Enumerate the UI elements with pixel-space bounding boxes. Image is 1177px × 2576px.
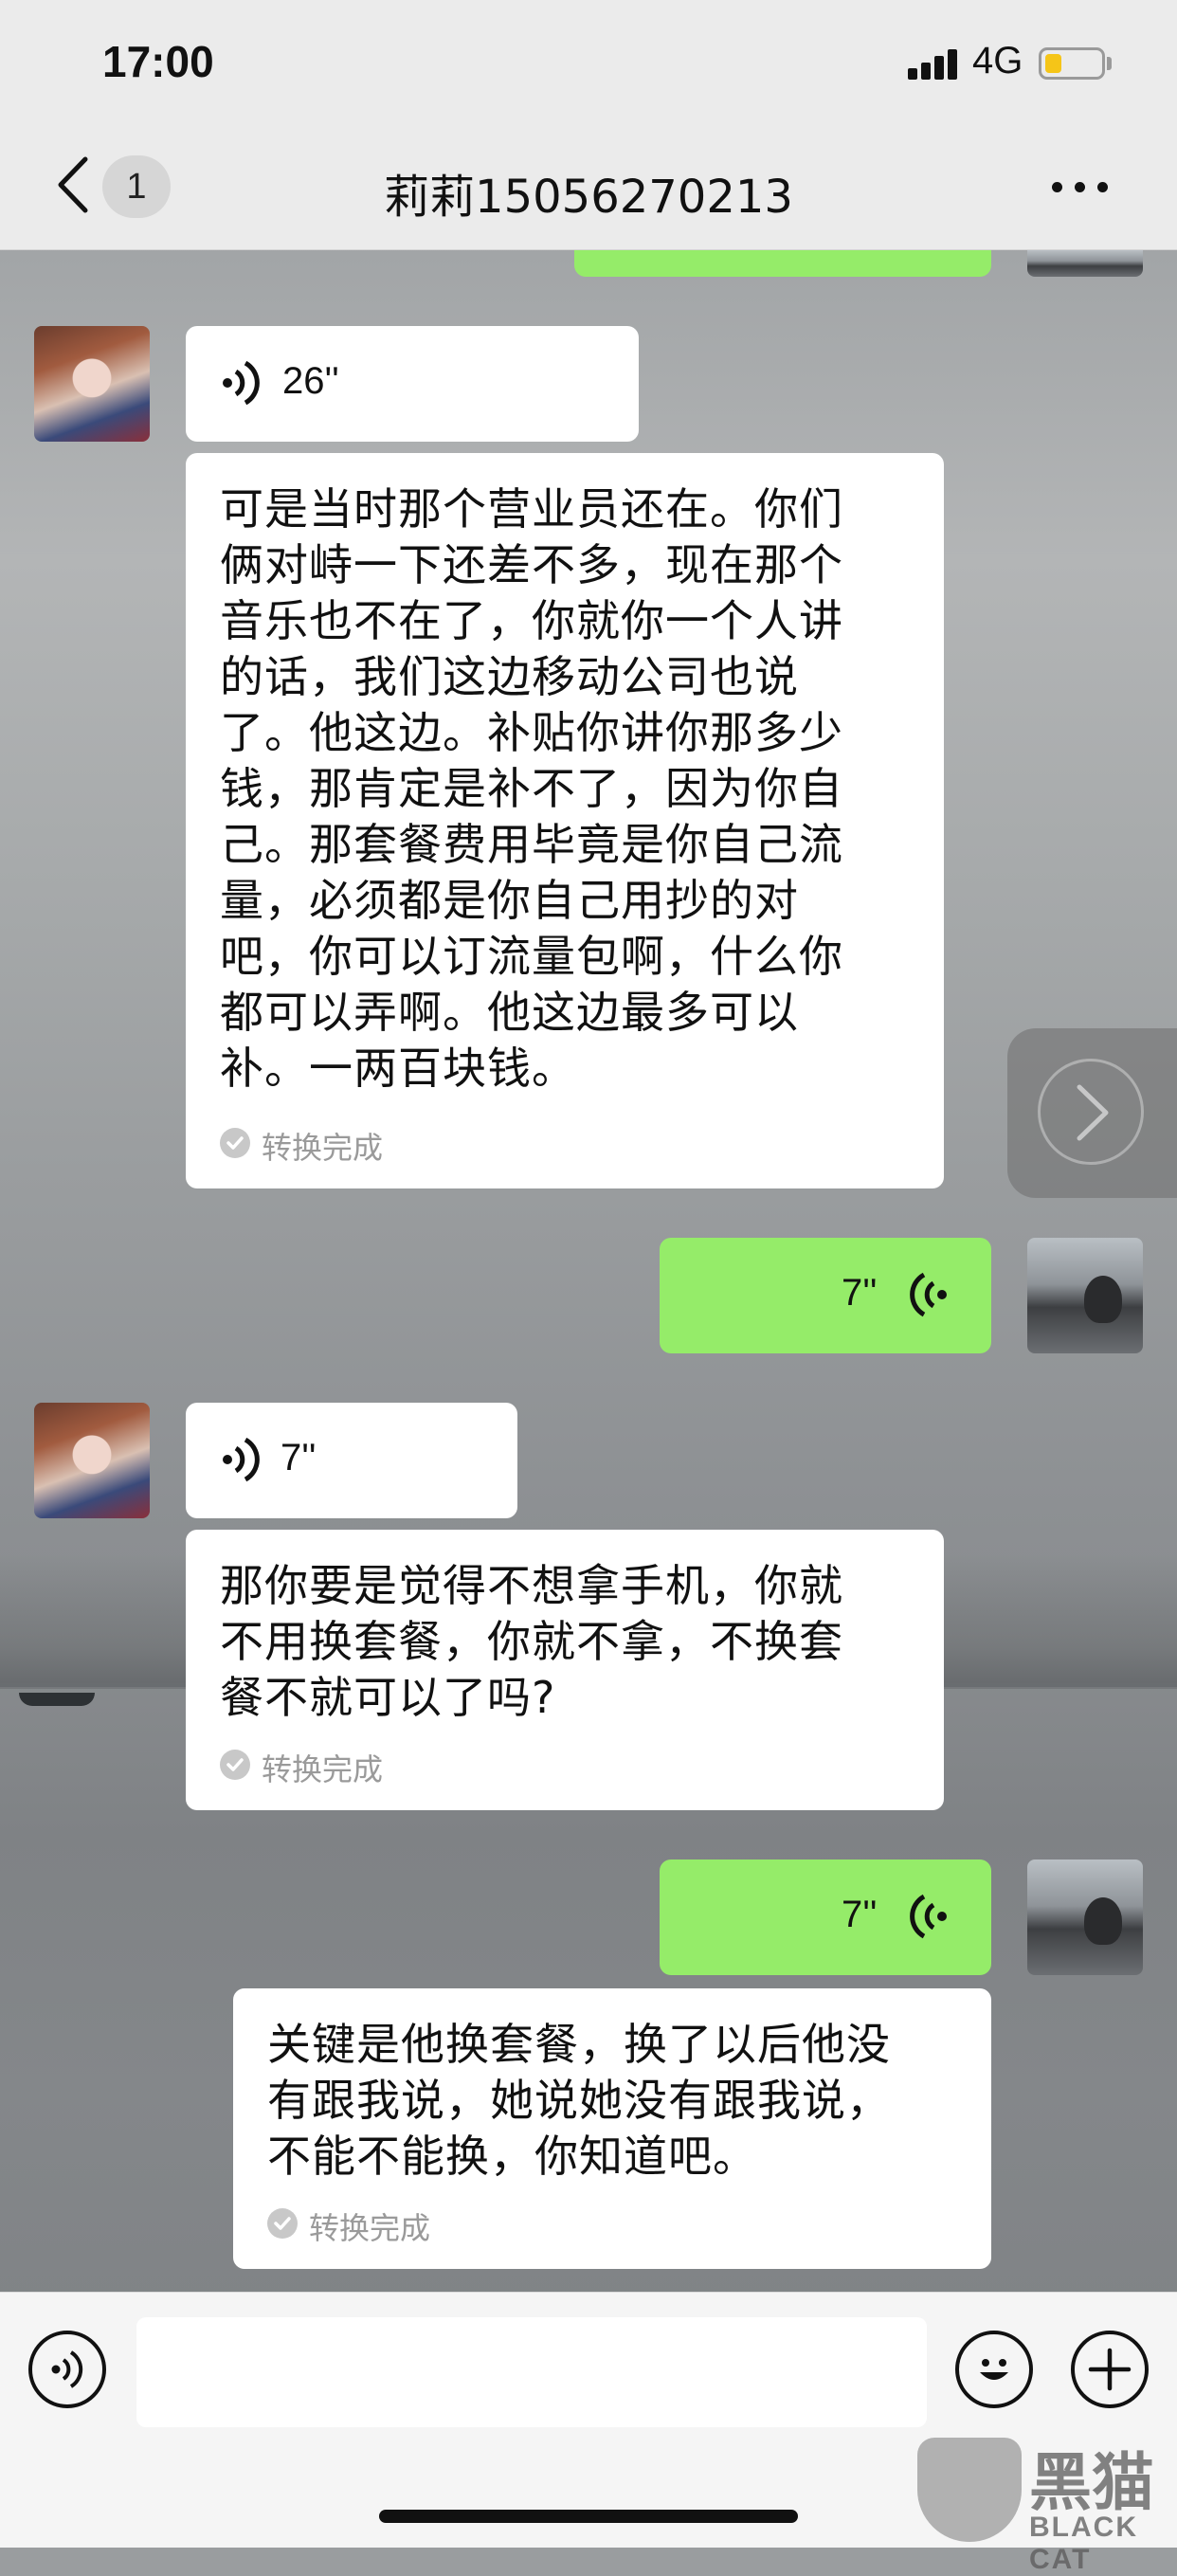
home-indicator[interactable] bbox=[379, 2510, 798, 2523]
transcript-bubble[interactable]: 可是当时那个营业员还在。你们 俩对峙一下还差不多，现在那个 音乐也不在了，你就你… bbox=[186, 453, 944, 1188]
transcript-line: 不用换套餐，你就不拿，不换套 bbox=[220, 1616, 843, 1667]
more-dot-icon bbox=[1097, 182, 1108, 192]
voice-input-toggle[interactable] bbox=[28, 2331, 106, 2408]
voice-message-bubble[interactable]: 7'' bbox=[186, 1403, 517, 1518]
transcript-bubble[interactable]: 那你要是觉得不想拿手机，你就 不用换套餐，你就不拿，不换套 餐不就可以了吗? 转… bbox=[186, 1530, 944, 1810]
transcript-line: 餐不就可以了吗? bbox=[220, 1672, 556, 1723]
transcript-bubble[interactable]: 关键是他换套餐，换了以后他没 有跟我说，她说她没有跟我说， 不能不能换，你知道吧… bbox=[233, 1988, 991, 2269]
transcript-line: 吧，你可以订流量包啊，什么你 bbox=[220, 931, 843, 982]
battery-cap bbox=[1107, 57, 1112, 70]
plus-icon bbox=[1088, 2348, 1132, 2391]
convert-status: 转换完成 bbox=[262, 1130, 384, 1166]
voice-wave-icon bbox=[223, 360, 260, 406]
chat-title: 莉莉15056270213 bbox=[384, 171, 793, 224]
battery-fill bbox=[1045, 54, 1061, 73]
black-cat-watermark: 黑猫 BLACK CAT bbox=[917, 2432, 1177, 2575]
battery-icon bbox=[1039, 47, 1105, 80]
chevron-left-icon bbox=[58, 156, 88, 213]
transcript-line: 可是当时那个营业员还在。你们 bbox=[220, 483, 843, 535]
check-circle-icon bbox=[220, 1750, 250, 1780]
convert-status: 转换完成 bbox=[309, 2210, 431, 2246]
cellular-signal-icon bbox=[908, 49, 961, 80]
more-functions-button[interactable] bbox=[1071, 2331, 1149, 2408]
contact-avatar[interactable] bbox=[34, 1403, 150, 1518]
status-bar: 17:00 4G bbox=[0, 0, 1177, 123]
transcript-text: 关键是他换套餐，换了以后他没 有跟我说，她说她没有跟我说， 不能不能换，你知道吧… bbox=[267, 2017, 891, 2185]
back-button[interactable] bbox=[47, 152, 104, 218]
watermark-subtitle: BLACK CAT bbox=[1029, 2512, 1138, 2575]
voice-wave-icon bbox=[910, 1272, 947, 1317]
emoji-button[interactable] bbox=[955, 2331, 1033, 2408]
previous-outgoing-bubble[interactable] bbox=[574, 250, 991, 277]
convert-status: 转换完成 bbox=[262, 1751, 384, 1787]
more-options-button[interactable] bbox=[1052, 172, 1118, 201]
voice-wave-icon bbox=[51, 2350, 83, 2388]
voice-message-bubble-outgoing[interactable]: 7'' bbox=[660, 1238, 991, 1353]
check-circle-icon bbox=[220, 1128, 250, 1158]
cat-logo-icon bbox=[917, 2438, 1022, 2542]
transcript-text: 那你要是觉得不想拿手机，你就 不用换套餐，你就不拿，不换套 餐不就可以了吗? bbox=[220, 1558, 843, 1726]
transcript-line: 关键是他换套餐，换了以后他没 bbox=[267, 2019, 891, 2070]
status-time: 17:00 bbox=[102, 37, 214, 86]
network-type: 4G bbox=[972, 40, 1023, 82]
contact-avatar[interactable] bbox=[34, 326, 150, 442]
voice-duration: 7'' bbox=[842, 1272, 878, 1314]
smiley-icon bbox=[980, 2359, 1008, 2380]
watermark-title: 黑猫 bbox=[1029, 2446, 1154, 2519]
floating-next-button[interactable] bbox=[1007, 1028, 1177, 1198]
voice-duration: 7'' bbox=[842, 1894, 878, 1935]
check-circle-icon bbox=[267, 2208, 298, 2239]
my-avatar-partial[interactable] bbox=[1027, 250, 1143, 277]
voice-message-bubble-outgoing[interactable]: 7'' bbox=[660, 1859, 991, 1975]
transcript-line: 己。那套餐费用毕竟是你自己流 bbox=[220, 819, 843, 870]
transcript-line: 补。一两百块钱。 bbox=[220, 1043, 576, 1094]
transcript-line: 音乐也不在了，你就你一个人讲 bbox=[220, 595, 843, 646]
transcript-line: 俩对峙一下还差不多，现在那个 bbox=[220, 539, 843, 590]
voice-wave-icon bbox=[223, 1437, 260, 1482]
transcript-line: 那你要是觉得不想拿手机，你就 bbox=[220, 1560, 843, 1611]
transcript-line: 有跟我说，她说她没有跟我说， bbox=[267, 2075, 891, 2126]
transcript-line: 量，必须都是你自己用抄的对 bbox=[220, 875, 799, 926]
voice-message-bubble[interactable]: 26'' bbox=[186, 326, 639, 442]
transcript-line: 不能不能换，你知道吧。 bbox=[267, 2131, 757, 2182]
more-dot-icon bbox=[1052, 182, 1062, 192]
my-avatar[interactable] bbox=[1027, 1238, 1143, 1353]
transcript-text: 可是当时那个营业员还在。你们 俩对峙一下还差不多，现在那个 音乐也不在了，你就你… bbox=[220, 481, 843, 1097]
unread-count-badge[interactable]: 1 bbox=[102, 155, 171, 218]
voice-duration: 26'' bbox=[282, 360, 339, 402]
transcript-line: 钱，那肯定是补不了，因为你自 bbox=[220, 763, 843, 814]
my-avatar[interactable] bbox=[1027, 1859, 1143, 1975]
background-boat bbox=[19, 1693, 95, 1706]
voice-duration: 7'' bbox=[281, 1437, 317, 1478]
transcript-line: 了。他这边。补贴你讲你那多少 bbox=[220, 707, 843, 758]
chevron-right-icon bbox=[1077, 1084, 1109, 1141]
chat-header: 1 莉莉15056270213 bbox=[0, 123, 1177, 250]
voice-wave-icon bbox=[910, 1894, 947, 1939]
more-dot-icon bbox=[1075, 182, 1085, 192]
transcript-line: 都可以弄啊。他这边最多可以 bbox=[220, 987, 799, 1038]
message-input[interactable] bbox=[136, 2317, 927, 2427]
transcript-line: 的话，我们这边移动公司也说 bbox=[220, 651, 799, 702]
